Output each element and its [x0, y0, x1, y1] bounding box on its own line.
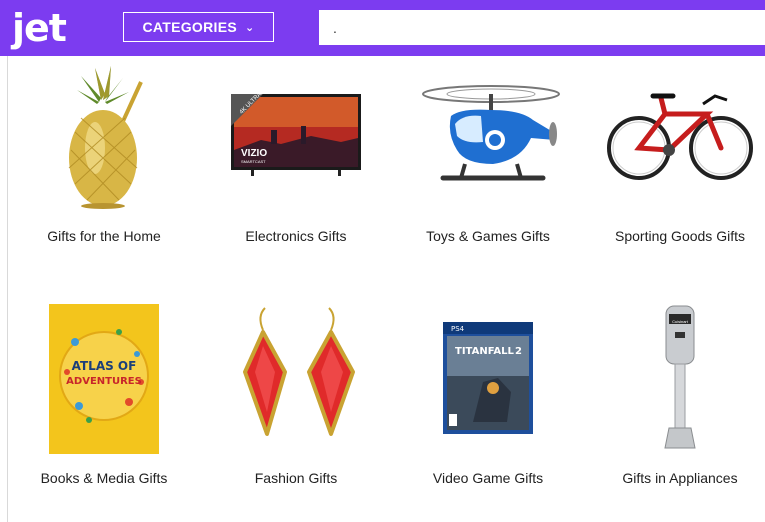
search-input[interactable]: [319, 10, 765, 45]
atlas-of-adventures-book-icon: ATLAS OF ADVENTURES: [19, 302, 189, 454]
tile-label[interactable]: Gifts for the Home: [9, 228, 199, 244]
book-title-line-1: ATLAS OF: [72, 359, 137, 373]
category-tile-fashion[interactable]: Fashion Gifts: [211, 302, 381, 486]
tile-label[interactable]: Books & Media Gifts: [9, 470, 199, 486]
jet-logo[interactable]: jet: [12, 8, 92, 48]
gold-pineapple-tumbler-icon: [19, 60, 189, 210]
game-number-text: 2: [515, 346, 522, 357]
chevron-down-icon: ⌄: [245, 21, 255, 34]
tv-brand-text: VIZIO: [241, 148, 267, 159]
immersion-blender-icon: Cuisinart: [595, 302, 765, 452]
tile-label[interactable]: Toys & Games Gifts: [393, 228, 583, 244]
category-tile-books[interactable]: ATLAS OF ADVENTURES Books & Media Gifts: [19, 302, 189, 486]
tile-label[interactable]: Fashion Gifts: [201, 470, 391, 486]
game-platform-text: PS4: [451, 325, 465, 333]
category-tile-sporting[interactable]: Sporting Goods Gifts: [595, 60, 765, 244]
tile-label[interactable]: Gifts in Appliances: [585, 470, 765, 486]
book-title-line-2: ADVENTURES: [66, 376, 142, 387]
red-earrings-icon: [211, 302, 381, 452]
category-tile-electronics[interactable]: 4K ULTRA HD VIZIO SMARTCAST Electronics …: [211, 60, 381, 244]
tv-sub-text: SMARTCAST: [241, 159, 266, 164]
toy-helicopter-icon: [403, 60, 573, 210]
category-tile-appliances[interactable]: Cuisinart Gifts in Appliances: [595, 302, 765, 486]
tile-label[interactable]: Video Game Gifts: [393, 470, 583, 486]
category-tile-video-games[interactable]: PS4 TITANFALL 2 Video Game Gifts: [403, 302, 573, 486]
game-title-text: TITANFALL: [455, 346, 514, 357]
titanfall-2-game-icon: PS4 TITANFALL 2: [403, 302, 573, 452]
category-tile-home[interactable]: Gifts for the Home: [19, 60, 189, 244]
tile-label[interactable]: Electronics Gifts: [201, 228, 391, 244]
category-tile-toys[interactable]: Toys & Games Gifts: [403, 60, 573, 244]
left-divider: [7, 56, 8, 522]
top-header: jet CATEGORIES ⌄: [0, 0, 765, 56]
red-bicycle-icon: [595, 60, 765, 210]
vizio-tv-icon: 4K ULTRA HD VIZIO SMARTCAST: [211, 60, 381, 210]
categories-button[interactable]: CATEGORIES ⌄: [123, 12, 274, 42]
categories-label: CATEGORIES: [142, 19, 237, 35]
blender-brand-text: Cuisinart: [672, 319, 689, 324]
tile-label[interactable]: Sporting Goods Gifts: [585, 228, 765, 244]
